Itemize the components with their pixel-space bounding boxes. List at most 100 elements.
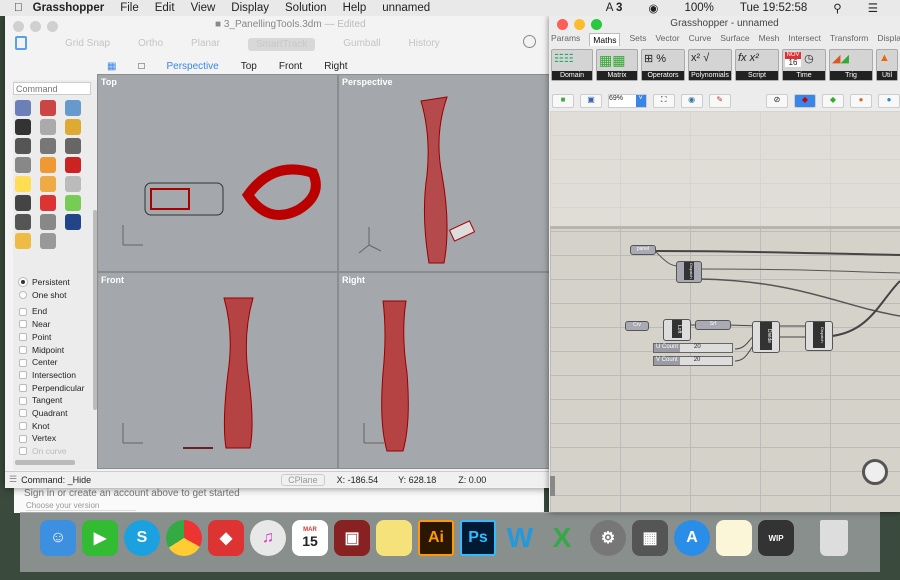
osnap-persistent[interactable]: Persistent (18, 276, 84, 289)
tab-transform[interactable]: Transform (830, 33, 868, 46)
layer-tool-icon[interactable] (15, 176, 31, 192)
preview-mesh-icon[interactable]: ● (850, 94, 872, 108)
tab-perspective[interactable]: Perspective (167, 61, 219, 72)
list-icon[interactable]: ☰ (868, 1, 878, 15)
preview-sphere-icon[interactable]: ● (878, 94, 900, 108)
zoom-button[interactable] (47, 21, 58, 32)
globe-icon[interactable] (15, 214, 31, 230)
version-select[interactable]: Choose your version (26, 501, 136, 511)
osnap-intersection[interactable]: Intersection (19, 369, 84, 382)
osnap-end[interactable]: End (19, 305, 84, 318)
smarttrack-toggle[interactable]: SmartTrack (247, 38, 316, 51)
ortho-toggle[interactable]: Ortho (138, 38, 163, 51)
history-toggle[interactable]: History (409, 38, 440, 51)
record-icon[interactable] (523, 35, 536, 48)
zoom-tool-icon[interactable] (15, 138, 31, 154)
viewport-front[interactable]: Front (97, 272, 338, 469)
command-input[interactable] (13, 82, 91, 95)
osnap-perpendicular[interactable]: Perpendicular (19, 382, 84, 395)
battery-level[interactable]: 100% (684, 2, 713, 14)
group-time[interactable]: NOV 16 ◷ Time (782, 49, 826, 81)
tab-right[interactable]: Right (324, 61, 347, 72)
sidebar-toggle-icon[interactable] (15, 36, 27, 50)
osnap-oncurve[interactable]: On curve (19, 445, 84, 458)
itunes-icon[interactable]: ♫ (250, 520, 286, 556)
group-operators[interactable]: ⊞ % Operators (641, 49, 685, 81)
tab-curve[interactable]: Curve (689, 33, 712, 46)
grid-snap-toggle[interactable]: Grid Snap (65, 38, 110, 51)
point-tool-icon[interactable] (40, 100, 56, 116)
excel-icon[interactable]: X (544, 520, 580, 556)
close-button[interactable] (13, 21, 24, 32)
grasshopper-canvas[interactable]: panel Dispatch Crv Loft Srf Divide Dispa… (550, 111, 900, 512)
calculator-icon[interactable]: ▦ (632, 520, 668, 556)
rhino-wip-icon[interactable]: WIP (758, 520, 794, 556)
node-srf[interactable]: Srf (695, 320, 731, 330)
car-tool-icon[interactable] (65, 157, 81, 173)
facetime-icon[interactable]: ▶ (82, 520, 118, 556)
panel-hscrollbar[interactable] (15, 460, 75, 465)
preview-shaded-icon[interactable]: ◆ (794, 94, 816, 108)
node-dispatch-1[interactable]: Dispatch (676, 261, 702, 283)
menu-app[interactable]: Grasshopper (33, 2, 105, 14)
osnap-knot[interactable]: Knot (19, 420, 84, 433)
save-icon[interactable]: ▣ (580, 94, 602, 108)
lock-icon[interactable] (15, 195, 31, 211)
bulb-tool-icon[interactable] (65, 176, 81, 192)
notes-icon[interactable] (716, 520, 752, 556)
skype-icon[interactable]: S (124, 520, 160, 556)
zoom-extents-icon[interactable] (65, 138, 81, 154)
group-domain[interactable]: ☷☷ Domain (551, 49, 593, 81)
gumball-toggle[interactable]: Gumball (343, 38, 380, 51)
pin-icon[interactable] (15, 233, 31, 249)
photoshop-icon[interactable]: Ps (460, 520, 496, 556)
node-divide[interactable]: Divide (752, 321, 780, 353)
apple-icon[interactable]:  (14, 2, 23, 14)
open-file-icon[interactable]: ■ (552, 94, 574, 108)
slider-u-count[interactable]: U Count 20 (653, 343, 733, 353)
system-preferences-icon[interactable]: ⚙ (590, 520, 626, 556)
chrome-icon[interactable] (166, 520, 202, 556)
menu-file[interactable]: File (120, 2, 139, 14)
disable-icon[interactable]: ⊘ (766, 94, 788, 108)
slider-v-count[interactable]: V Count 20 (653, 356, 733, 366)
cplane-select[interactable]: CPlane (281, 473, 325, 486)
zoom-window-icon[interactable] (40, 138, 56, 154)
light-tool-icon[interactable] (40, 176, 56, 192)
osnap-center[interactable]: Center (19, 356, 84, 369)
preview-eye-icon[interactable]: ◉ (680, 94, 703, 108)
tab-surface[interactable]: Surface (720, 33, 749, 46)
history-list-icon[interactable]: ☰ (9, 474, 17, 485)
menu-edit[interactable]: Edit (155, 2, 175, 14)
menu-solution[interactable]: Solution (285, 2, 327, 14)
word-icon[interactable]: W (502, 520, 538, 556)
stickies-icon[interactable] (376, 520, 412, 556)
canvas-scrollbar[interactable] (550, 476, 555, 496)
photo-booth-icon[interactable]: ▣ (334, 520, 370, 556)
minimize-button[interactable] (30, 21, 41, 32)
tree-icon[interactable] (40, 233, 56, 249)
tab-front[interactable]: Front (279, 61, 302, 72)
sphere-icon[interactable] (65, 214, 81, 230)
osnap-midpoint[interactable]: Midpoint (19, 344, 84, 357)
tab-mesh[interactable]: Mesh (759, 33, 780, 46)
node-dispatch-2[interactable]: Dispatch (805, 321, 833, 351)
app-store-icon[interactable]: A (674, 520, 710, 556)
zoom-extents-icon[interactable]: ⛶ (652, 94, 675, 108)
adobe-icon[interactable]: A 3 (606, 2, 623, 14)
osnap-point[interactable]: Point (19, 331, 84, 344)
group-script[interactable]: fx x² Script (735, 49, 779, 81)
illustrator-icon[interactable]: Ai (418, 520, 454, 556)
viewport-right[interactable]: Right (338, 272, 550, 469)
tab-display[interactable]: Display (877, 33, 900, 46)
planar-toggle[interactable]: Planar (191, 38, 220, 51)
tab-top[interactable]: Top (241, 61, 257, 72)
calendar-app-icon[interactable]: MAR 15 (292, 520, 328, 556)
trash-icon[interactable] (820, 520, 848, 556)
zoom-select[interactable]: 69% ˅ (608, 94, 647, 108)
render-tool-icon[interactable] (40, 157, 56, 173)
sketchup-icon[interactable]: ◆ (208, 520, 244, 556)
osnap-quadrant[interactable]: Quadrant (19, 407, 84, 420)
node-crv[interactable]: Crv (625, 321, 649, 331)
shape-tool-icon[interactable] (40, 119, 56, 135)
